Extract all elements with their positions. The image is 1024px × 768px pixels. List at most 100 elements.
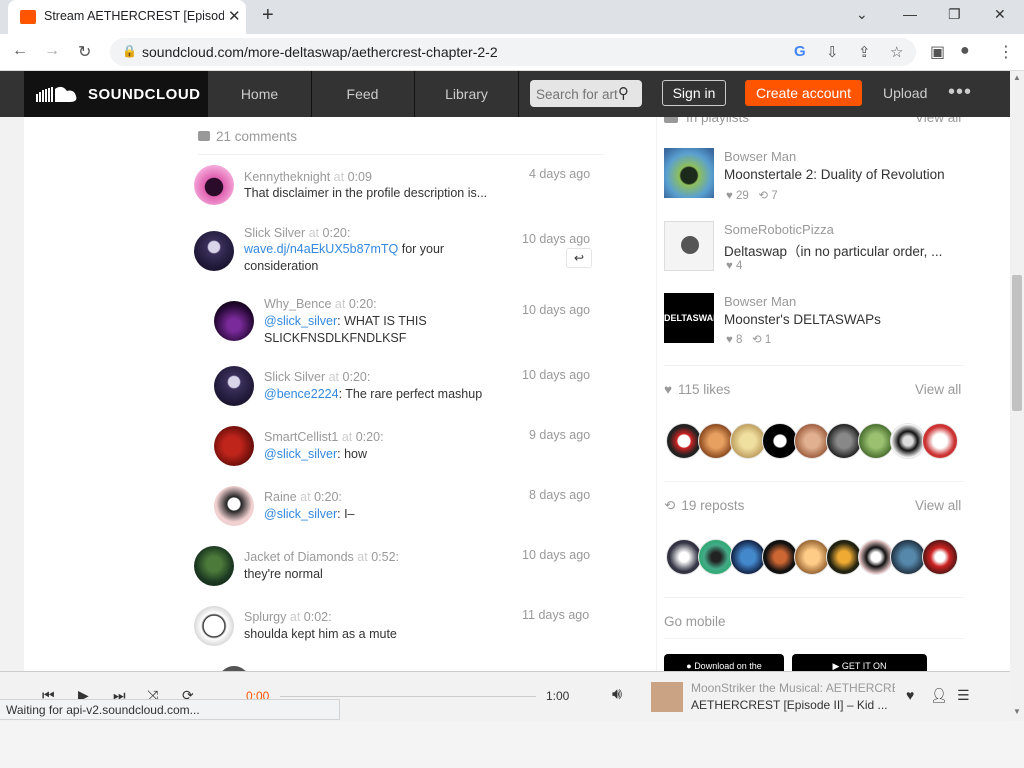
reload-icon[interactable]: ↻ (78, 42, 91, 62)
avatar[interactable] (214, 486, 254, 526)
search-input[interactable] (536, 84, 618, 104)
profile-icon[interactable]: ● (960, 42, 970, 60)
comment-timestamp[interactable]: 0:20: (343, 370, 371, 384)
scroll-up-icon[interactable]: ▲ (1013, 73, 1021, 82)
page-scrollbar[interactable]: ▲ ▼ (1010, 71, 1024, 721)
comment-timestamp[interactable]: 0:20: (356, 430, 384, 444)
back-icon[interactable]: ← (12, 42, 28, 60)
reposter-avatar[interactable] (762, 539, 798, 575)
forward-icon[interactable]: → (44, 42, 60, 60)
playlist-title[interactable]: Moonster's DELTASWAPs (724, 312, 960, 327)
more-icon[interactable]: ••• (948, 81, 972, 104)
browser-tab[interactable]: Stream AETHERCREST [Episode II] ✕ (8, 0, 246, 34)
playlist-user[interactable]: SomeRoboticPizza (724, 222, 834, 237)
nav-library[interactable]: Library (415, 71, 519, 117)
scroll-down-icon[interactable]: ▼ (1013, 707, 1021, 716)
comment-user[interactable]: Jacket of Diamonds (244, 550, 354, 564)
playlist-artwork[interactable] (664, 221, 714, 271)
reposter-avatar[interactable] (794, 539, 830, 575)
comment-timestamp[interactable]: 0:20: (349, 297, 377, 311)
reposter-avatar[interactable] (698, 539, 734, 575)
comment-mention[interactable]: @slick_silver (264, 507, 337, 521)
avatar[interactable] (214, 301, 254, 341)
progress-bar[interactable] (280, 696, 536, 697)
tab-close-icon[interactable]: ✕ (228, 7, 241, 25)
avatar[interactable] (194, 606, 234, 646)
comment-user[interactable]: Kennytheknight (244, 170, 330, 184)
avatar[interactable] (214, 366, 254, 406)
liker-avatar[interactable] (666, 423, 702, 459)
nav-home[interactable]: Home (208, 71, 312, 117)
comment-user[interactable]: SmartCellist1 (264, 430, 338, 444)
avatar[interactable] (194, 165, 234, 205)
search-icon[interactable]: ⚲ (618, 84, 629, 102)
comment-mention[interactable]: @slick_silver (264, 314, 337, 328)
likes-view-all[interactable]: View all (915, 382, 961, 397)
reposter-avatar[interactable] (730, 539, 766, 575)
comment-user[interactable]: Slick Silver (264, 370, 325, 384)
like-heart-icon[interactable]: ♥ (906, 687, 914, 703)
liker-avatar[interactable] (730, 423, 766, 459)
reposter-avatar[interactable] (858, 539, 894, 575)
comment-timestamp[interactable]: 0:02: (304, 610, 332, 624)
tab-search-chevron-icon[interactable]: ⌄ (856, 6, 868, 23)
comment-user[interactable]: Why_Bence (264, 297, 331, 311)
comment-timestamp[interactable]: 0:20: (314, 490, 342, 504)
comment-timestamp[interactable]: 0:52: (371, 550, 399, 564)
address-bar[interactable]: 🔒 soundcloud.com/more-deltaswap/aethercr… (110, 38, 916, 66)
volume-icon[interactable]: 🔊︎ (612, 686, 622, 704)
reply-button[interactable]: ↩ (566, 248, 592, 268)
comment-timestamp[interactable]: 0:20: (323, 226, 351, 240)
nav-feed[interactable]: Feed (311, 71, 415, 117)
share-icon[interactable]: ⇪ (858, 43, 871, 61)
sign-in-button[interactable]: Sign in (662, 80, 726, 106)
reposter-avatar[interactable] (922, 539, 958, 575)
now-playing-artwork[interactable] (651, 682, 683, 712)
app-store-badge[interactable]: ● Download on the (664, 654, 784, 671)
liker-avatar[interactable] (698, 423, 734, 459)
playlist-user[interactable]: Bowser Man (724, 149, 796, 164)
liker-avatar[interactable] (762, 423, 798, 459)
playlist-title[interactable]: Moonstertale 2: Duality of Revolution (724, 167, 960, 182)
new-tab-button[interactable]: + (262, 4, 274, 27)
now-playing-artist[interactable]: MoonStriker the Musical: AETHERCREST (691, 681, 895, 695)
reposts-view-all[interactable]: View all (915, 498, 961, 513)
comment-user[interactable]: Raine (264, 490, 297, 504)
liker-avatar[interactable] (794, 423, 830, 459)
liker-avatar[interactable] (858, 423, 894, 459)
avatar[interactable] (194, 231, 234, 271)
minimize-icon[interactable]: — (903, 6, 917, 22)
playlist-user[interactable]: Bowser Man (724, 294, 796, 309)
queue-icon[interactable]: ☰ (957, 687, 970, 704)
google-play-badge[interactable]: ▶ GET IT ON (792, 654, 927, 671)
side-panel-icon[interactable]: ▣ (930, 42, 945, 62)
scroll-thumb[interactable] (1012, 275, 1022, 411)
liker-avatar[interactable] (826, 423, 862, 459)
playlist-artwork[interactable] (664, 148, 714, 198)
reposter-avatar[interactable] (890, 539, 926, 575)
soundcloud-logo[interactable]: SOUNDCLOUD (24, 71, 208, 117)
upload-link[interactable]: Upload (883, 85, 927, 101)
google-icon[interactable]: G (794, 43, 806, 60)
now-playing-title[interactable]: AETHERCREST [Episode II] – Kid ... (691, 698, 895, 712)
comment-user[interactable]: Slick Silver (244, 226, 305, 240)
avatar[interactable] (194, 546, 234, 586)
reposter-avatar[interactable] (666, 539, 702, 575)
close-window-icon[interactable]: ✕ (994, 6, 1006, 23)
reposter-avatar[interactable] (826, 539, 862, 575)
liker-avatar[interactable] (890, 423, 926, 459)
comment-mention[interactable]: @slick_silver (264, 447, 337, 461)
browser-menu-icon[interactable]: ⋮ (998, 42, 1014, 62)
install-icon[interactable]: ⇩ (826, 43, 839, 61)
follow-icon[interactable]: 👤︎ (930, 687, 948, 704)
create-account-button[interactable]: Create account (745, 80, 862, 106)
restore-icon[interactable]: ❐ (948, 6, 961, 23)
comment-mention[interactable]: @bence2224 (264, 387, 339, 401)
liker-avatar[interactable] (922, 423, 958, 459)
bookmark-star-icon[interactable]: ☆ (890, 43, 903, 61)
comment-user[interactable]: Splurgy (244, 610, 286, 624)
comment-timestamp[interactable]: 0:09 (348, 170, 372, 184)
comment-link[interactable]: wave.dj/n4aEkUX5b87mTQ (244, 242, 398, 256)
playlist-title[interactable]: Deltaswap（in no particular order, ... (724, 240, 960, 260)
playlist-artwork[interactable]: DELTASWAP (664, 293, 719, 343)
